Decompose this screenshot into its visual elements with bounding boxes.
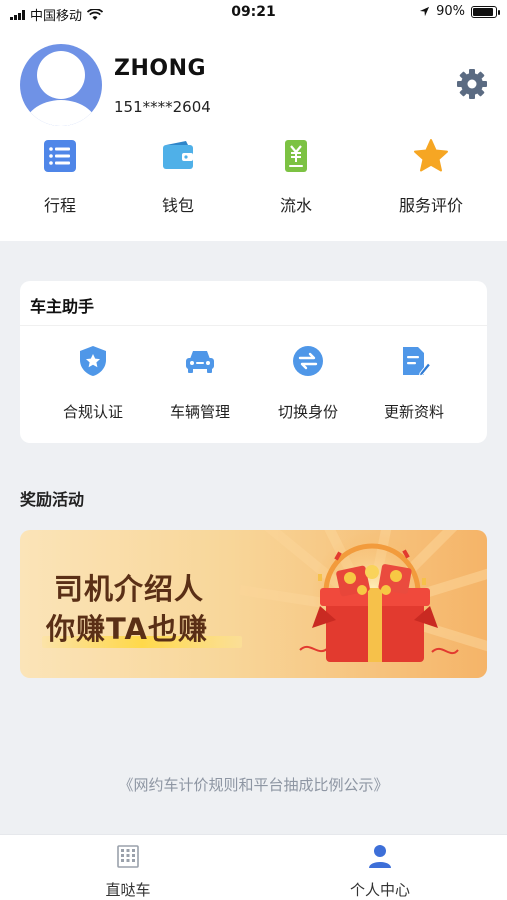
tab-home[interactable]: 直哒车 xyxy=(58,843,198,900)
building-icon xyxy=(117,845,139,868)
pricing-rules-link[interactable]: 《网约车计价规则和平台抽成比例公示》 xyxy=(0,774,507,795)
assistant-item-vehicles[interactable]: 车辆管理 xyxy=(145,343,255,422)
shield-star-icon xyxy=(80,346,106,376)
gear-icon[interactable] xyxy=(454,66,490,102)
assistant-item-label: 更新资料 xyxy=(383,403,444,421)
list-icon xyxy=(44,140,76,172)
tab-personal-center[interactable]: 个人中心 xyxy=(310,843,450,900)
profile-header: ZHONG 151****2604 行程 钱包 流水 服务评价 xyxy=(0,26,507,241)
status-right: 90% xyxy=(419,4,500,19)
tab-label: 个人中心 xyxy=(349,881,410,899)
card-title: 车主助手 xyxy=(30,297,95,316)
user-name: ZHONG xyxy=(114,56,207,81)
quick-item-label: 钱包 xyxy=(161,196,194,215)
assistant-item-label: 切换身份 xyxy=(277,403,338,421)
divider xyxy=(20,325,487,326)
gift-box-illustration xyxy=(239,530,487,662)
assistant-item-update-info[interactable]: 更新资料 xyxy=(359,343,469,422)
quick-menu: 行程 钱包 流水 服务评价 xyxy=(0,136,507,226)
assistant-item-label: 车辆管理 xyxy=(169,403,230,421)
quick-item-trips[interactable]: 行程 xyxy=(0,136,120,216)
tab-label: 直哒车 xyxy=(105,881,151,899)
location-arrow-icon xyxy=(420,6,430,17)
quick-item-wallet[interactable]: 钱包 xyxy=(118,136,238,216)
banner-headline-2: 你赚TA也赚 xyxy=(46,612,208,646)
quick-item-flow[interactable]: 流水 xyxy=(236,136,356,216)
avatar[interactable] xyxy=(20,44,102,126)
referral-banner[interactable]: 司机介绍人 你赚TA也赚 xyxy=(20,530,487,678)
status-bar: 中国移动 09:21 90% xyxy=(0,0,507,26)
star-icon xyxy=(414,139,448,172)
car-icon xyxy=(186,351,214,373)
assistant-item-compliance[interactable]: 合规认证 xyxy=(38,343,148,422)
edit-document-icon xyxy=(403,347,432,377)
user-icon xyxy=(369,845,391,868)
battery-icon xyxy=(471,5,500,18)
quick-item-label: 流水 xyxy=(279,196,312,215)
assistant-item-label: 合规认证 xyxy=(62,403,123,421)
wallet-icon xyxy=(163,141,193,169)
driver-assistant-card: 车主助手 合规认证 车辆管理 切换身份 更新资料 xyxy=(20,281,487,443)
rewards-section-title: 奖励活动 xyxy=(20,490,85,509)
user-phone: 151****2604 xyxy=(114,98,211,116)
bottom-tab-bar: 直哒车 个人中心 xyxy=(0,834,507,900)
assistant-item-switch-role[interactable]: 切换身份 xyxy=(253,343,363,422)
swap-icon xyxy=(293,346,323,376)
quick-item-label: 行程 xyxy=(43,196,76,215)
quick-item-rating[interactable]: 服务评价 xyxy=(371,136,491,216)
yen-document-icon xyxy=(285,140,307,172)
battery-percent: 90% xyxy=(436,4,465,19)
banner-headline-1: 司机介绍人 xyxy=(54,572,205,606)
quick-item-label: 服务评价 xyxy=(398,196,463,215)
